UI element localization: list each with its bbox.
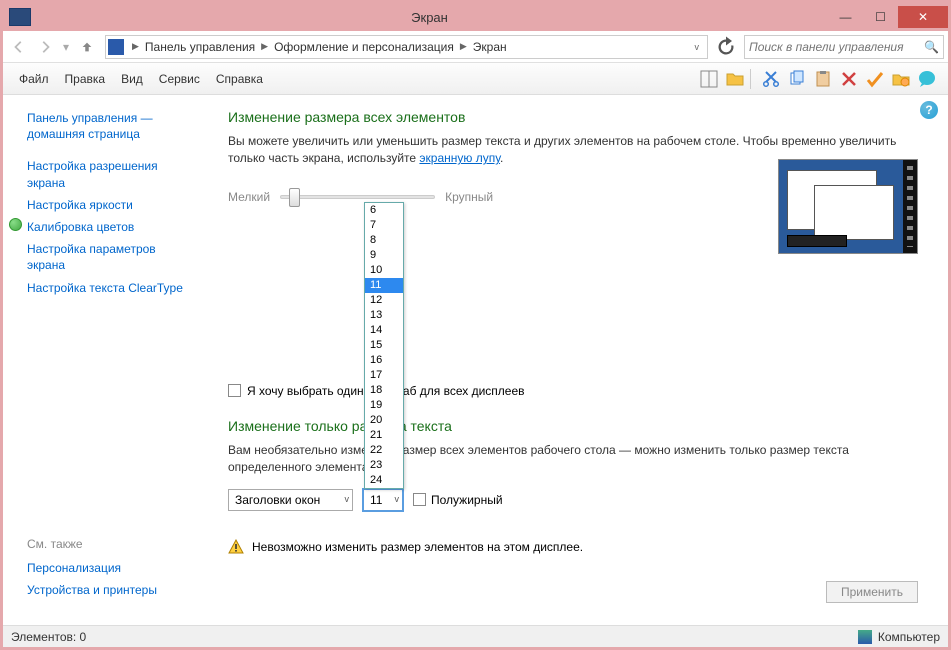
status-location: Компьютер [878,630,940,644]
font-size-option[interactable]: 22 [365,443,403,458]
warning-icon [228,539,244,555]
status-item-count: Элементов: 0 [11,630,86,644]
breadcrumb[interactable]: ▶ Панель управления ▶ Оформление и персо… [105,35,708,59]
cut-icon[interactable] [760,68,782,90]
warning-text: Невозможно изменить размер элементов на … [252,540,583,554]
status-bar: Элементов: 0 Компьютер [3,625,948,647]
text-size-selectors: Заголовки окон v 11 v 678910111213141516… [228,489,928,511]
text-only-desc: Вам необязательно изменять размер всех э… [228,442,928,477]
search-box[interactable]: 🔍 [744,35,944,59]
breadcrumb-item[interactable]: Панель управления [143,40,257,54]
forward-button[interactable] [33,35,57,59]
sidebar-devices-link[interactable]: Устройства и принтеры [27,579,157,601]
window-title: Экран [31,10,828,25]
slider-thumb[interactable] [289,188,300,207]
single-scale-checkbox[interactable] [228,384,241,397]
sidebar-calibration-link[interactable]: Калибровка цветов [27,216,134,238]
font-size-option[interactable]: 9 [365,248,403,263]
sidebar-resolution-link[interactable]: Настройка разрешения экрана [27,155,197,193]
title-bar: Экран — ☐ ✕ [3,3,948,31]
font-size-option[interactable]: 18 [365,383,403,398]
font-size-option[interactable]: 23 [365,458,403,473]
bold-checkbox[interactable] [413,493,426,506]
font-size-option[interactable]: 24 [365,473,403,488]
menu-view[interactable]: Вид [113,68,151,90]
sidebar-brightness-link[interactable]: Настройка яркости [27,194,208,216]
element-type-value: Заголовки окон [235,493,320,507]
computer-icon [858,630,872,644]
help-bubble-icon[interactable] [916,68,938,90]
content-area: ? Панель управления — домашняя страница … [3,95,948,625]
breadcrumb-dropdown[interactable]: v [689,42,706,52]
font-size-option[interactable]: 7 [365,218,403,233]
new-folder-icon[interactable] [890,68,912,90]
font-size-option[interactable]: 12 [365,293,403,308]
chevron-down-icon: v [345,494,350,504]
folder-icon[interactable] [724,68,746,90]
menu-bar: Файл Правка Вид Сервис Справка [3,63,948,95]
chevron-down-icon: v [395,494,400,504]
font-size-option[interactable]: 15 [365,338,403,353]
app-icon [9,8,31,26]
sidebar-home-link[interactable]: Панель управления — домашняя страница [27,107,197,145]
font-size-option[interactable]: 20 [365,413,403,428]
font-size-option[interactable]: 10 [365,263,403,278]
preview-image [778,159,918,254]
up-button[interactable] [75,35,99,59]
paste-icon[interactable] [812,68,834,90]
font-size-option[interactable]: 6 [365,203,403,218]
back-button[interactable] [7,35,31,59]
scale-slider[interactable] [280,195,435,199]
sidebar-display-settings-link[interactable]: Настройка параметров экрана [27,238,197,276]
main-panel: Изменение размера всех элементов Вы може… [208,95,948,625]
location-icon [108,39,124,55]
breadcrumb-item[interactable]: Экран [471,40,509,54]
see-also-label: См. также [27,537,157,557]
minimize-button[interactable]: — [828,6,863,28]
font-size-option[interactable]: 16 [365,353,403,368]
search-input[interactable] [749,40,924,54]
font-size-option[interactable]: 8 [365,233,403,248]
magnifier-link[interactable]: экранную лупу [419,151,500,165]
heading-text-only: Изменение только размера текста [228,418,928,434]
sidebar: Панель управления — домашняя страница На… [3,95,208,625]
copy-icon[interactable] [786,68,808,90]
single-scale-checkbox-row: Я хочу выбрать один масштаб для всех дис… [228,384,928,398]
nav-bar: ▾ ▶ Панель управления ▶ Оформление и пер… [3,31,948,63]
font-size-option[interactable]: 21 [365,428,403,443]
font-size-option[interactable]: 17 [365,368,403,383]
menu-file[interactable]: Файл [11,68,57,90]
font-size-select[interactable]: 11 v 6789101112131415161718192021222324 [363,489,403,511]
bold-label[interactable]: Полужирный [431,493,503,507]
sidebar-personalization-link[interactable]: Персонализация [27,557,157,579]
refresh-button[interactable] [714,35,738,59]
element-type-select[interactable]: Заголовки окон v [228,489,353,511]
recent-locations-button[interactable]: ▾ [59,35,73,59]
separator [750,69,756,89]
menu-edit[interactable]: Правка [57,68,114,90]
intro-text-post: . [500,151,503,165]
apply-button[interactable]: Применить [826,581,918,603]
menu-tools[interactable]: Сервис [151,68,208,90]
heading-resize-all: Изменение размера всех элементов [228,109,928,125]
font-size-value: 11 [370,493,382,507]
font-size-option[interactable]: 13 [365,308,403,323]
close-button[interactable]: ✕ [898,6,948,28]
search-icon[interactable]: 🔍 [924,40,939,54]
font-size-option[interactable]: 19 [365,398,403,413]
font-size-option[interactable]: 14 [365,323,403,338]
breadcrumb-item[interactable]: Оформление и персонализация [272,40,456,54]
menu-help[interactable]: Справка [208,68,271,90]
font-size-dropdown: 6789101112131415161718192021222324 [364,202,404,489]
check-icon[interactable] [864,68,886,90]
sidebar-cleartype-link[interactable]: Настройка текста ClearType [27,277,208,299]
font-size-option[interactable]: 11 [365,278,403,293]
warning-row: Невозможно изменить размер элементов на … [228,539,928,555]
layout-icon[interactable] [698,68,720,90]
slider-label-small: Мелкий [228,190,270,204]
maximize-button[interactable]: ☐ [863,6,898,28]
slider-label-big: Крупный [445,190,493,204]
shield-icon [9,218,22,231]
delete-icon[interactable] [838,68,860,90]
